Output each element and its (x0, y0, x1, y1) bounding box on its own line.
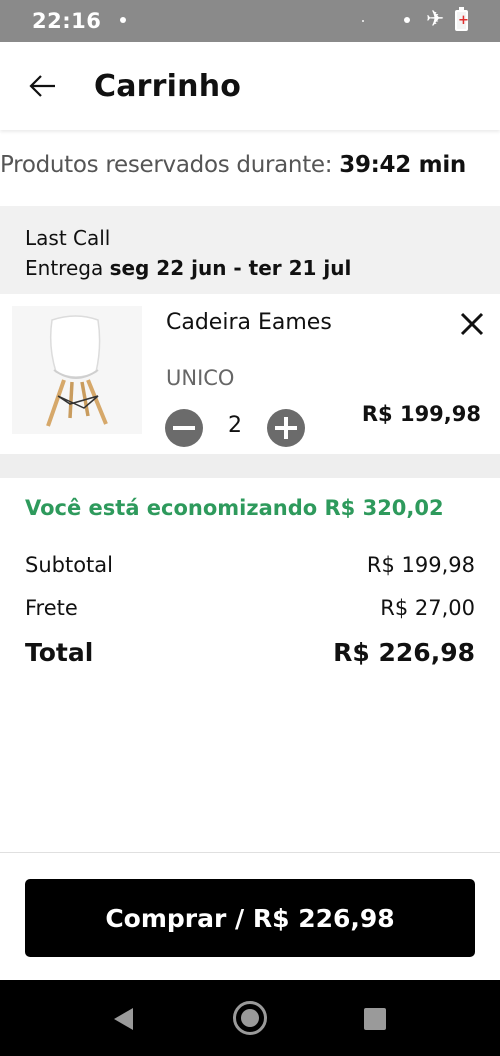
home-circle-icon[interactable] (233, 1001, 267, 1035)
airplane-mode-icon: ✈ (426, 7, 445, 32)
reservation-timer: Produtos reservados durante: 39:42 min (0, 152, 500, 178)
shipping-group-header: Last Call Entrega seg 22 jun - ter 21 ju… (0, 206, 500, 294)
product-name[interactable]: Cadeira Eames (166, 310, 332, 335)
close-icon[interactable] (458, 310, 486, 338)
checkout-footer: Comprar / R$ 226,98 (0, 852, 500, 980)
arrow-left-icon[interactable] (28, 71, 58, 101)
delivery-estimate: Entrega seg 22 jun - ter 21 jul (25, 256, 351, 280)
savings-message: Você está economizando R$ 320,02 (25, 496, 444, 520)
reservation-label: Produtos reservados durante: (0, 152, 333, 178)
increase-quantity-button[interactable] (267, 409, 305, 447)
delivery-label: Entrega (25, 256, 104, 280)
quantity-value: 2 (228, 413, 242, 438)
item-price: R$ 199,98 (361, 402, 481, 426)
section-divider (0, 454, 500, 478)
shipping-value: R$ 27,00 (380, 596, 475, 620)
system-nav-bar (0, 980, 500, 1056)
status-bar: 22:16 ✈ + (0, 0, 500, 42)
eames-chair-image[interactable] (12, 306, 142, 434)
subtotal-label: Subtotal (25, 553, 113, 577)
back-triangle-icon[interactable] (114, 1008, 133, 1030)
notification-dot-icon (120, 17, 126, 23)
buy-button[interactable]: Comprar / R$ 226,98 (25, 879, 475, 957)
shipping-label: Frete (25, 596, 78, 620)
total-label: Total (25, 638, 94, 667)
battery-low-icon: + (455, 7, 469, 31)
status-dot-icon (404, 17, 410, 23)
total-value: R$ 226,98 (333, 638, 475, 667)
product-variant: UNICO (166, 366, 235, 390)
signal-dot-icon (362, 20, 364, 22)
cart-item: Cadeira Eames UNICO 2 R$ 199,98 (0, 294, 500, 454)
seller-name: Last Call (25, 226, 111, 250)
page-title: Carrinho (94, 69, 242, 104)
recent-apps-icon[interactable] (364, 1008, 386, 1030)
reservation-time: 39:42 min (339, 152, 466, 178)
delivery-range: seg 22 jun - ter 21 jul (109, 256, 352, 280)
subtotal-value: R$ 199,98 (366, 553, 475, 577)
status-time: 22:16 (32, 9, 102, 33)
minus-circle-icon (173, 426, 195, 430)
app-bar: Carrinho (0, 42, 500, 130)
decrease-quantity-button[interactable] (165, 409, 203, 447)
